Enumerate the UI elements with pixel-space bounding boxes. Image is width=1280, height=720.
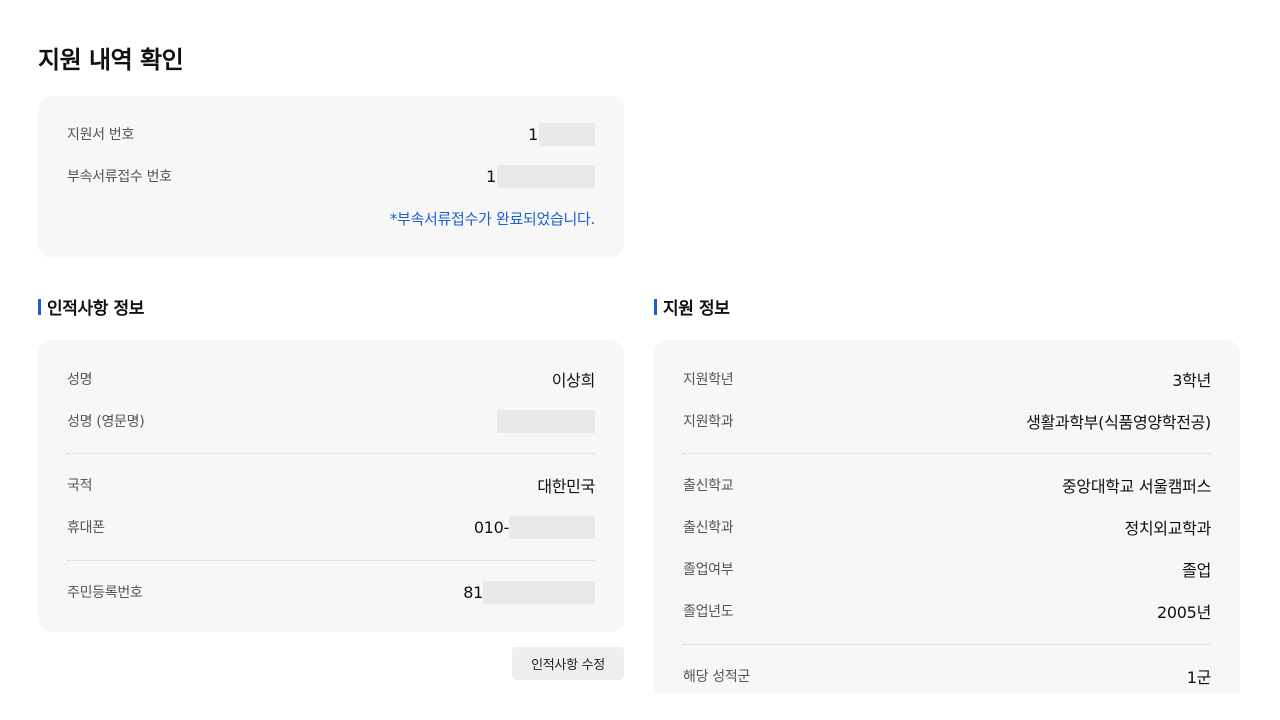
name-value: 이상희 xyxy=(551,371,596,390)
nationality-row: 국적 대한민국 xyxy=(67,473,595,497)
edit-personal-info-button[interactable]: 인적사항 수정 xyxy=(512,647,624,680)
application-number-value: 1 xyxy=(528,122,595,146)
graduation-status-row: 졸업여부 졸업 xyxy=(683,557,1211,581)
score-group-row: 해당 성적군 1군 xyxy=(683,664,1211,688)
masked-field xyxy=(497,164,595,188)
department-row: 지원학과 생활과학부(식품영양학전공) xyxy=(683,409,1211,433)
nationality-value: 대한민국 xyxy=(537,477,595,496)
page-title: 지원 내역 확인 xyxy=(38,46,184,74)
major-value: 정치외교학과 xyxy=(1124,519,1211,538)
document-number-label: 부속서류접수 번호 xyxy=(67,169,172,185)
document-number-value: 1 xyxy=(486,164,595,188)
divider xyxy=(683,453,1211,454)
masked-field xyxy=(497,409,595,433)
completion-notice: *부속서류접수가 완료되었습니다. xyxy=(389,210,595,228)
resident-number-label: 주민등록번호 xyxy=(67,585,143,601)
graduation-status-label: 졸업여부 xyxy=(683,562,734,578)
department-label: 지원학과 xyxy=(683,414,734,430)
english-name-value xyxy=(497,409,595,433)
phone-label: 휴대폰 xyxy=(67,520,105,536)
phone-visible: 010- xyxy=(473,517,509,537)
resident-number-row: 주민등록번호 81 xyxy=(67,580,595,604)
name-label: 성명 xyxy=(67,372,93,388)
section-accent-bar xyxy=(654,298,657,315)
application-section-title-text: 지원 정보 xyxy=(663,299,730,319)
application-section-title: 지원 정보 xyxy=(654,294,730,319)
masked-field xyxy=(483,580,595,604)
document-number-visible: 1 xyxy=(486,166,496,186)
grade-row: 지원학년 3학년 xyxy=(683,367,1211,391)
divider xyxy=(683,644,1211,645)
divider xyxy=(67,453,595,454)
graduation-status-value: 졸업 xyxy=(1182,561,1211,580)
personal-section-title-text: 인적사항 정보 xyxy=(47,299,144,319)
score-group-label: 해당 성적군 xyxy=(683,669,751,685)
phone-row: 휴대폰 010- xyxy=(67,515,595,539)
masked-field xyxy=(539,122,595,146)
nationality-label: 국적 xyxy=(67,478,93,494)
divider xyxy=(67,560,595,561)
phone-value: 010- xyxy=(473,515,595,539)
personal-info-card: 성명 이상희 성명 (영문명) 국적 대한민국 휴대폰 010- 주민등록번호 … xyxy=(38,340,624,632)
resident-number-visible: 81 xyxy=(463,582,483,602)
english-name-row: 성명 (영문명) xyxy=(67,409,595,433)
application-number-visible: 1 xyxy=(528,124,538,144)
application-number-row: 지원서 번호 1 xyxy=(67,122,595,146)
graduation-year-value: 2005년 xyxy=(1157,603,1211,622)
application-number-label: 지원서 번호 xyxy=(67,127,135,143)
grade-label: 지원학년 xyxy=(683,372,734,388)
school-value: 중앙대학교 서울캠퍼스 xyxy=(1062,477,1211,496)
english-name-label: 성명 (영문명) xyxy=(67,414,145,430)
resident-number-value: 81 xyxy=(463,580,595,604)
document-number-row: 부속서류접수 번호 1 xyxy=(67,164,595,188)
receipt-card: 지원서 번호 1 부속서류접수 번호 1 *부속서류접수가 완료되었습니다. xyxy=(38,96,624,258)
score-group-value: 1군 xyxy=(1186,668,1212,687)
major-label: 출신학과 xyxy=(683,520,734,536)
section-accent-bar xyxy=(38,298,41,315)
graduation-year-row: 졸업년도 2005년 xyxy=(683,599,1211,623)
major-row: 출신학과 정치외교학과 xyxy=(683,515,1211,539)
grade-value: 3학년 xyxy=(1172,371,1211,390)
school-label: 출신학교 xyxy=(683,478,734,494)
personal-section-title: 인적사항 정보 xyxy=(38,294,144,319)
name-row: 성명 이상희 xyxy=(67,367,595,391)
school-row: 출신학교 중앙대학교 서울캠퍼스 xyxy=(683,473,1211,497)
masked-field xyxy=(509,515,595,539)
application-info-card: 지원학년 3학년 지원학과 생활과학부(식품영양학전공) 출신학교 중앙대학교 … xyxy=(654,340,1240,693)
department-value: 생활과학부(식품영양학전공) xyxy=(1026,413,1211,432)
graduation-year-label: 졸업년도 xyxy=(683,604,734,620)
